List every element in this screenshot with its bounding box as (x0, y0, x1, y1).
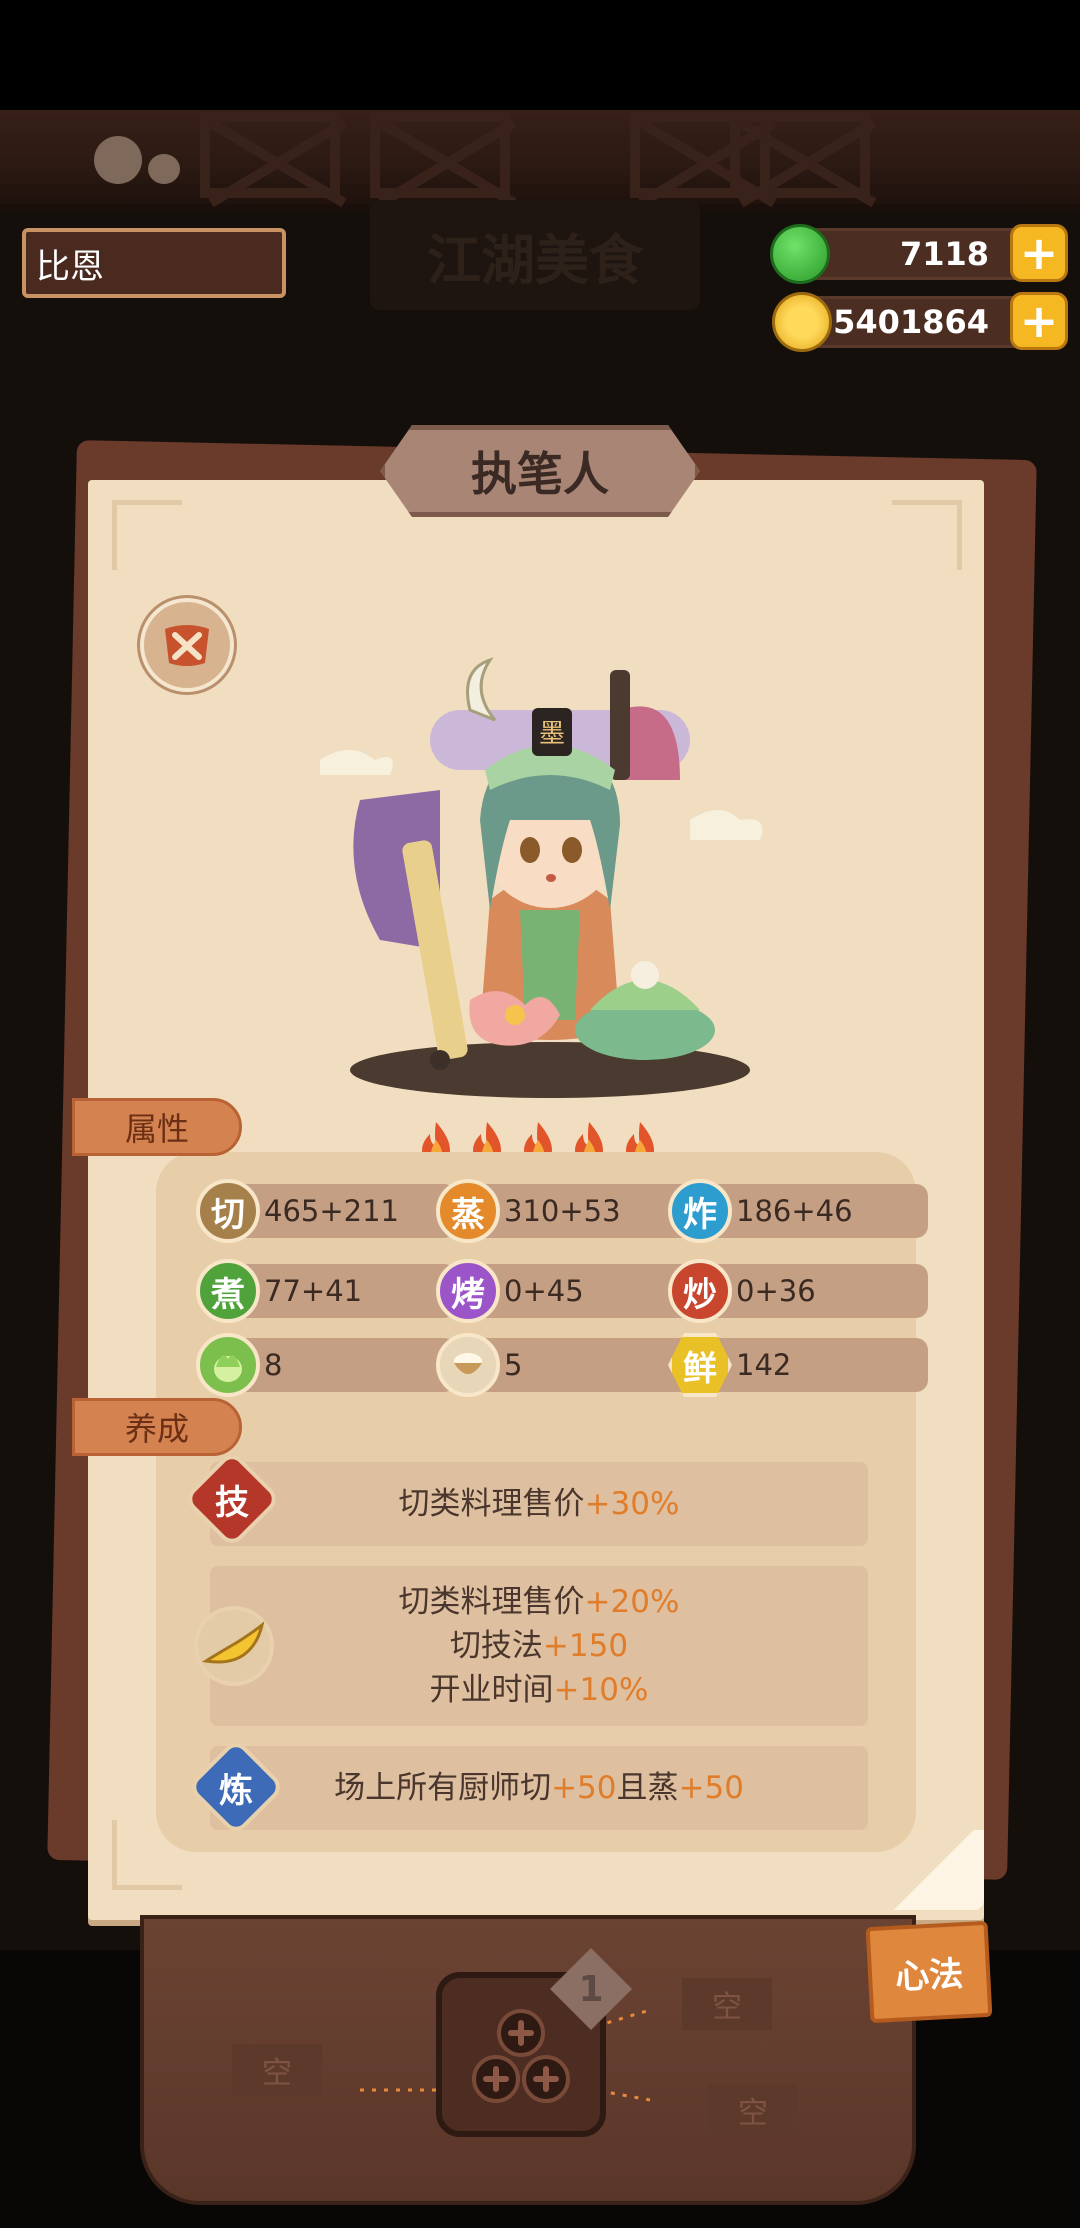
stat-cut-icon: 切 (196, 1179, 260, 1243)
empty-slot-top-right[interactable]: 空 (682, 1978, 772, 2030)
stat-boil: 煮 77+41 (196, 1259, 456, 1323)
item-bonus-row: 切类料理售价+20% 切技法+150 开业时间+10% (210, 1566, 868, 1726)
skill-bonus-value: +30% (584, 1486, 680, 1522)
refine-icon-label: 炼 (219, 1770, 253, 1811)
empty-slot-bottom-right[interactable]: 空 (708, 2084, 798, 2136)
jade-gem-icon (770, 224, 830, 284)
item-bonus-line3-value: +10% (553, 1672, 649, 1708)
cabbage-icon (196, 1333, 260, 1397)
refine-text-a: 场上所有厨师切 (334, 1770, 552, 1806)
item-bonus-line1-value: +20% (584, 1584, 680, 1620)
stat-roast-icon: 烤 (436, 1259, 500, 1323)
golden-fish-icon[interactable] (194, 1606, 274, 1686)
level-number: 1 (578, 1968, 604, 2010)
player-name: 比恩 (36, 246, 104, 287)
stat-fresh: 鲜 142 (668, 1333, 928, 1397)
stat-fresh-value: 142 (736, 1348, 792, 1382)
cultivation-section-label: 养成 (72, 1398, 242, 1456)
empty-slot-left[interactable]: 空 (232, 2044, 322, 2096)
add-coins-button[interactable]: + (1010, 292, 1068, 350)
skill-bonus-row: 切类料理售价+30% (210, 1462, 868, 1546)
stat-fry: 炸 186+46 (668, 1179, 928, 1243)
attributes-section-label: 属性 (72, 1098, 242, 1156)
stat-stirfry-value: 0+36 (736, 1274, 816, 1308)
stat-flour-value: 5 (504, 1348, 523, 1382)
coin-count: 35401864 (810, 303, 989, 341)
stat-stirfry: 炒 0+36 (668, 1259, 928, 1323)
refine-text-b: 且蒸 (616, 1770, 679, 1806)
stat-cut-value: 465+211 (264, 1194, 400, 1228)
coin-icon (772, 292, 832, 352)
chef-title-banner: 执笔人 (380, 425, 700, 517)
stat-boil-value: 77+41 (264, 1274, 363, 1308)
corner-ornament (112, 500, 182, 570)
chef-portrait: 墨 (320, 657, 763, 1098)
stat-vegetable: 8 (196, 1333, 456, 1397)
chef-title: 执笔人 (471, 447, 609, 501)
flour-bowl-icon (436, 1333, 500, 1397)
item-bonus-line3-text: 开业时间 (429, 1672, 554, 1708)
corner-ornament (892, 500, 962, 570)
stat-steam-icon: 蒸 (436, 1179, 500, 1243)
cultivation-label: 养成 (124, 1410, 189, 1448)
knife-cross-icon (165, 625, 209, 666)
add-gems-button[interactable]: + (1010, 224, 1068, 282)
refine-bonus-a: +50 (551, 1770, 617, 1806)
refine-bonus-b: +50 (678, 1770, 744, 1806)
stat-fry-icon: 炸 (668, 1179, 732, 1243)
refine-bonus-row: 场上所有厨师切+50且蒸+50 (210, 1746, 868, 1830)
item-bonus-line2-text: 切技法 (449, 1628, 543, 1664)
stat-boil-icon: 煮 (196, 1259, 260, 1323)
stat-vegetable-value: 8 (264, 1348, 283, 1382)
attributes-label: 属性 (124, 1110, 189, 1148)
svg-text:墨: 墨 (539, 719, 565, 749)
stat-roast-value: 0+45 (504, 1274, 584, 1308)
stat-steam: 蒸 310+53 (436, 1179, 696, 1243)
item-bonus-line1-text: 切类料理售价 (398, 1584, 585, 1620)
stat-roast: 烤 0+45 (436, 1259, 696, 1323)
stat-flour: 5 (436, 1333, 696, 1397)
page-curl (884, 1830, 984, 1910)
stat-steam-value: 310+53 (504, 1194, 621, 1228)
item-bonus-line2-value: +150 (542, 1628, 629, 1664)
heart-method-button[interactable]: 心法 (865, 1920, 993, 2024)
gem-count: 7118 (899, 235, 989, 273)
cutting-tool-icon[interactable] (140, 598, 234, 692)
player-name-box[interactable]: 比恩 (22, 228, 286, 298)
skill-bonus-text: 切类料理售价 (398, 1486, 585, 1522)
stat-cut: 切 465+211 (196, 1179, 456, 1243)
skill-icon-label: 技 (215, 1482, 249, 1523)
stat-fry-value: 186+46 (736, 1194, 853, 1228)
stat-stirfry-icon: 炒 (668, 1259, 732, 1323)
